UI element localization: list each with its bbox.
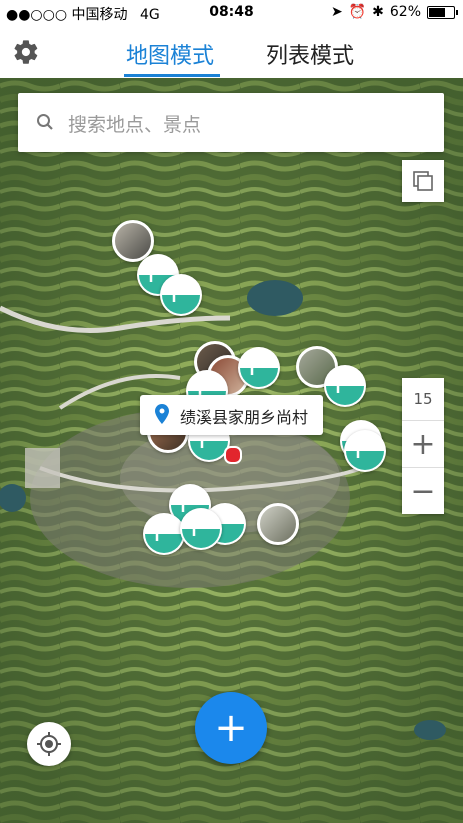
- location-callout[interactable]: 绩溪县家朋乡尚村: [140, 395, 323, 435]
- location-arrow-icon: ➤: [330, 4, 343, 20]
- top-bar: 地图模式 列表模式: [0, 26, 463, 79]
- flag-icon: [172, 284, 189, 302]
- location-pin-icon: [155, 404, 169, 424]
- scenic-spot-marker[interactable]: [180, 508, 222, 550]
- tab-list-mode[interactable]: 列表模式: [266, 38, 354, 70]
- flag-icon: [336, 375, 353, 393]
- gear-icon[interactable]: [12, 38, 40, 66]
- add-button[interactable]: +: [195, 692, 267, 764]
- photo-marker[interactable]: [257, 503, 299, 545]
- bluetooth-icon: ✱: [372, 4, 384, 20]
- flag-icon: [192, 518, 209, 536]
- zoom-level: 15: [402, 378, 444, 421]
- layer-toggle-button[interactable]: [402, 160, 444, 202]
- zoom-in-button[interactable]: +: [402, 421, 444, 468]
- locate-me-button[interactable]: [27, 722, 71, 766]
- flag-icon: [155, 523, 172, 541]
- search-bar[interactable]: 搜索地点、景点: [18, 93, 444, 152]
- battery-icon: [427, 5, 458, 19]
- scenic-spot-marker[interactable]: [238, 347, 280, 389]
- alarm-icon: ⏰: [348, 4, 367, 20]
- tab-map-mode[interactable]: 地图模式: [126, 38, 214, 70]
- scenic-spot-marker[interactable]: [324, 365, 366, 407]
- status-bar: ●●○○○ 中国移动 4G 08:48 ➤ ⏰ ✱ 62%: [0, 0, 463, 26]
- layers-icon: [413, 171, 433, 191]
- battery-percent: 62%: [389, 4, 421, 20]
- status-icons: ➤ ⏰ ✱ 62%: [330, 4, 458, 20]
- location-name: 绩溪县家朋乡尚村: [180, 408, 309, 427]
- zoom-out-button[interactable]: −: [402, 468, 444, 514]
- zoom-controls: 15 + −: [402, 378, 444, 514]
- current-location-pin[interactable]: [224, 446, 242, 464]
- flag-icon: [250, 357, 267, 375]
- scenic-spot-marker[interactable]: [160, 274, 202, 316]
- search-placeholder: 搜索地点、景点: [68, 114, 202, 136]
- scenic-spot-marker[interactable]: [344, 430, 386, 472]
- crosshair-icon: [37, 732, 61, 756]
- scenic-spot-marker[interactable]: [143, 513, 185, 555]
- search-icon: [37, 114, 53, 130]
- active-tab-indicator: [124, 74, 220, 77]
- flag-icon: [356, 440, 373, 458]
